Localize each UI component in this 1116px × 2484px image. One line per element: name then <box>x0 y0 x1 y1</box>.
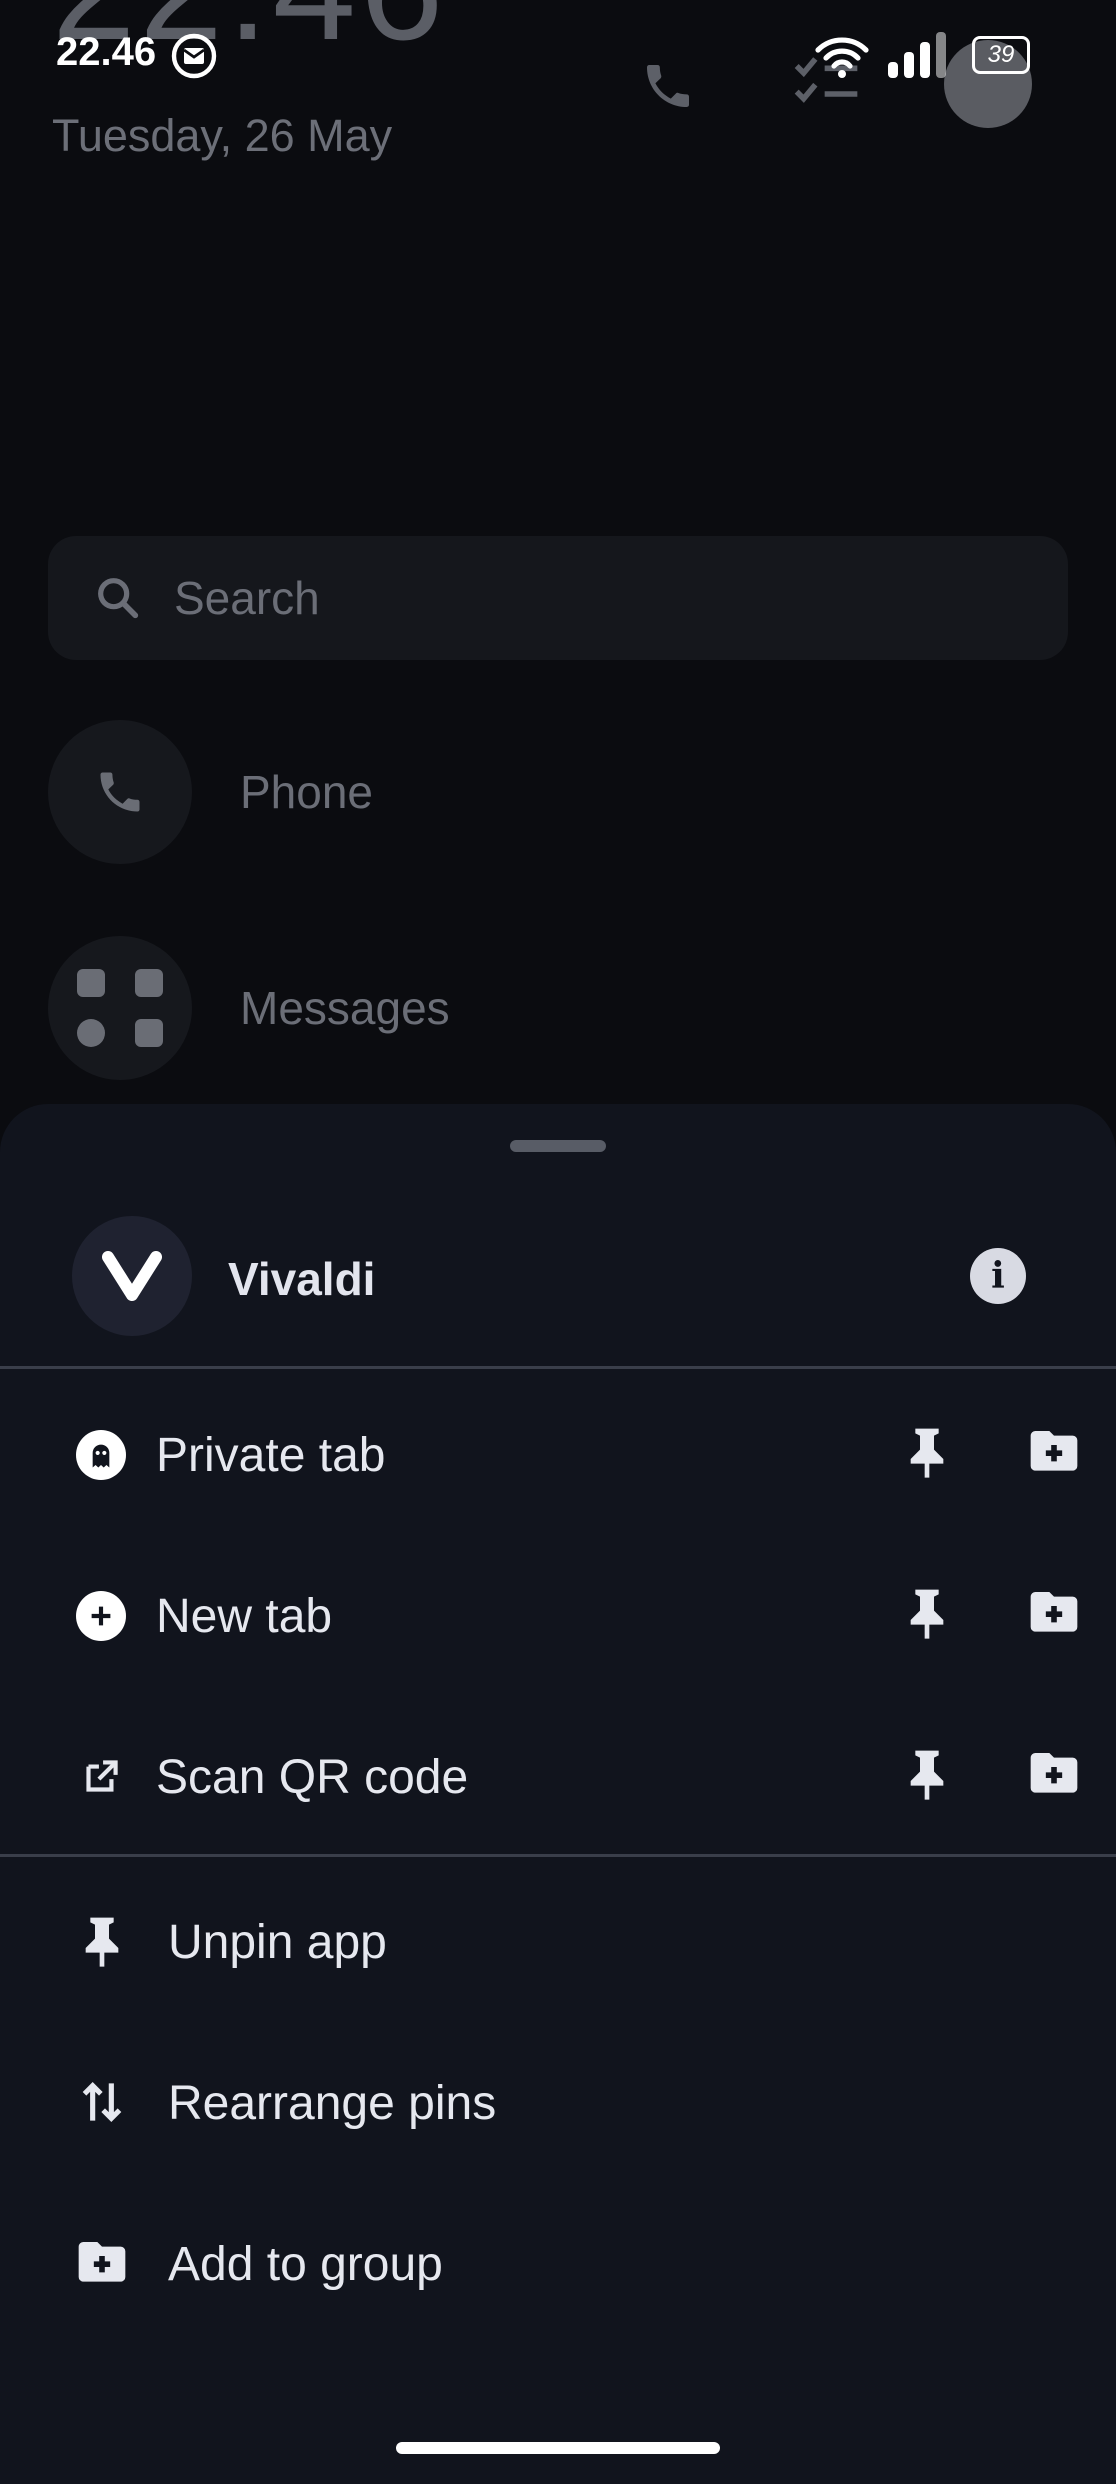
shortcut-new-tab[interactable]: New tab <box>0 1535 1116 1695</box>
pin-icon[interactable] <box>902 1746 952 1802</box>
search-placeholder: Search <box>174 572 320 624</box>
phone-app-circle <box>48 720 192 864</box>
signal-icon <box>888 32 946 78</box>
home-indicator[interactable] <box>396 2442 720 2454</box>
pin-icon[interactable] <box>902 1585 952 1641</box>
messages-folder-circle <box>48 936 192 1080</box>
phone-icon <box>100 772 140 812</box>
folder-add-icon[interactable] <box>1026 1424 1082 1480</box>
search-icon <box>98 578 139 619</box>
app-item-messages[interactable]: Messages <box>48 936 450 1080</box>
launcher-background: 22:46 Tuesday, 26 May Search Phone Messa… <box>0 0 1116 1120</box>
rearrange-pins-button[interactable]: Rearrange pins <box>0 2022 1116 2182</box>
status-time: 22.46 <box>56 30 157 74</box>
app-item-phone[interactable]: Phone <box>48 720 373 864</box>
info-icon: i <box>991 1255 1005 1297</box>
action-label: Rearrange pins <box>168 2077 497 2130</box>
shortcut-private-tab[interactable]: Private tab <box>0 1374 1116 1534</box>
shortcut-label: Scan QR code <box>156 1751 469 1804</box>
unpin-app-button[interactable]: Unpin app <box>0 1861 1116 2021</box>
sheet-header: Vivaldi i <box>0 1212 1116 1340</box>
folder-add-icon[interactable] <box>1026 1746 1082 1802</box>
vivaldi-logo-icon <box>72 1216 192 1336</box>
shortcut-label: New tab <box>156 1590 333 1643</box>
status-bar: 22.46 39 <box>0 0 1116 110</box>
folder-add-icon[interactable] <box>1026 1585 1082 1641</box>
add-to-group-button[interactable]: Add to group <box>0 2183 1116 2343</box>
action-label: Unpin app <box>168 1916 387 1969</box>
folder-add-icon <box>78 2242 126 2282</box>
messages-folder-icon <box>77 969 163 1047</box>
pin-icon <box>85 1917 119 1967</box>
battery-icon: 39 <box>972 36 1030 74</box>
wifi-icon <box>815 37 869 78</box>
action-label: Add to group <box>168 2238 443 2291</box>
app-label-phone: Phone <box>240 766 374 818</box>
app-options-sheet: Vivaldi i Private tab New tab Scan QR co… <box>0 1104 1116 2484</box>
ghost-icon <box>76 1430 126 1480</box>
open-external-icon <box>86 1760 118 1792</box>
pin-icon[interactable] <box>902 1424 952 1480</box>
battery-level: 39 <box>987 41 1015 68</box>
search-bar[interactable]: Search <box>48 536 1068 660</box>
plus-circle-icon <box>76 1591 126 1641</box>
notification-icon <box>171 33 217 79</box>
home-date: Tuesday, 26 May <box>52 110 393 161</box>
divider <box>0 1366 1116 1369</box>
divider <box>0 1854 1116 1857</box>
drag-handle[interactable] <box>510 1140 606 1152</box>
shortcut-scan-qr[interactable]: Scan QR code <box>0 1696 1116 1856</box>
swap-vertical-icon <box>82 2082 122 2122</box>
app-label-messages: Messages <box>240 982 450 1034</box>
app-info-button[interactable]: i <box>970 1248 1026 1304</box>
shortcut-label: Private tab <box>156 1429 386 1482</box>
app-title: Vivaldi <box>228 1253 376 1305</box>
